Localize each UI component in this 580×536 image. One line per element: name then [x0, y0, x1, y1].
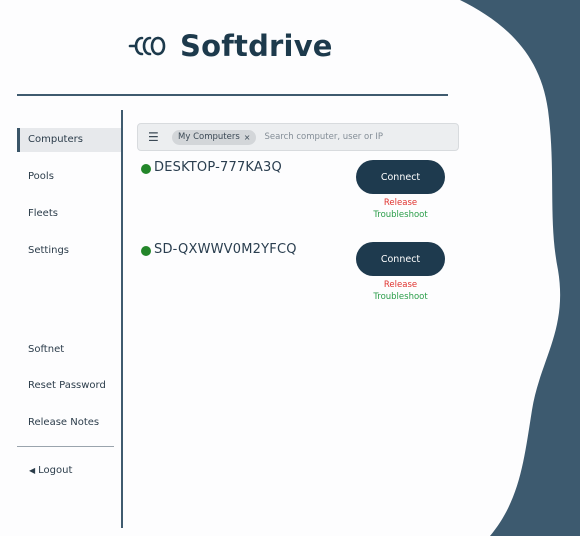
logout-button[interactable]: ◀ Logout — [29, 462, 72, 478]
troubleshoot-link[interactable]: Troubleshoot — [356, 210, 445, 220]
status-online-icon — [141, 164, 151, 174]
sidebar-item-computers[interactable]: Computers — [17, 128, 121, 152]
sidebar-item-softnet[interactable]: Softnet — [17, 338, 121, 362]
search-bar: ☰ My Computers × — [137, 123, 459, 151]
sidebar-item-release-notes[interactable]: Release Notes — [17, 411, 121, 435]
computer-item: SD-QXWWV0M2YFCQ Connect Release Troubles… — [140, 242, 460, 312]
release-link[interactable]: Release — [356, 198, 445, 208]
connect-button[interactable]: Connect — [356, 160, 445, 194]
brand-logo: Softdrive — [128, 26, 333, 66]
connect-button[interactable]: Connect — [356, 242, 445, 276]
header-divider — [17, 94, 448, 96]
troubleshoot-link[interactable]: Troubleshoot — [356, 292, 445, 302]
sidebar-divider — [17, 446, 114, 447]
computer-name: SD-QXWWV0M2YFCQ — [154, 242, 297, 257]
status-online-icon — [141, 246, 151, 256]
computer-name: DESKTOP-777KA3Q — [154, 160, 282, 175]
menu-icon[interactable]: ☰ — [148, 130, 162, 144]
close-icon[interactable]: × — [244, 133, 251, 142]
caret-left-icon: ◀ — [29, 465, 36, 475]
computer-item: DESKTOP-777KA3Q Connect Release Troubles… — [140, 160, 460, 230]
sidebar-item-pools[interactable]: Pools — [17, 165, 121, 189]
sidebar-content-divider — [121, 110, 123, 528]
softdrive-logo-icon — [128, 36, 166, 56]
filter-chip: My Computers × — [172, 129, 257, 145]
sidebar-item-fleets[interactable]: Fleets — [17, 202, 121, 226]
release-link[interactable]: Release — [356, 280, 445, 290]
search-input[interactable] — [264, 132, 445, 142]
logout-label: Logout — [38, 464, 73, 476]
sidebar: Computers Pools Fleets Settings Softnet … — [17, 110, 124, 530]
brand-name: Softdrive — [180, 29, 333, 63]
sidebar-item-reset-password[interactable]: Reset Password — [17, 374, 121, 398]
sidebar-item-settings[interactable]: Settings — [17, 239, 121, 263]
filter-chip-label: My Computers — [178, 132, 240, 142]
